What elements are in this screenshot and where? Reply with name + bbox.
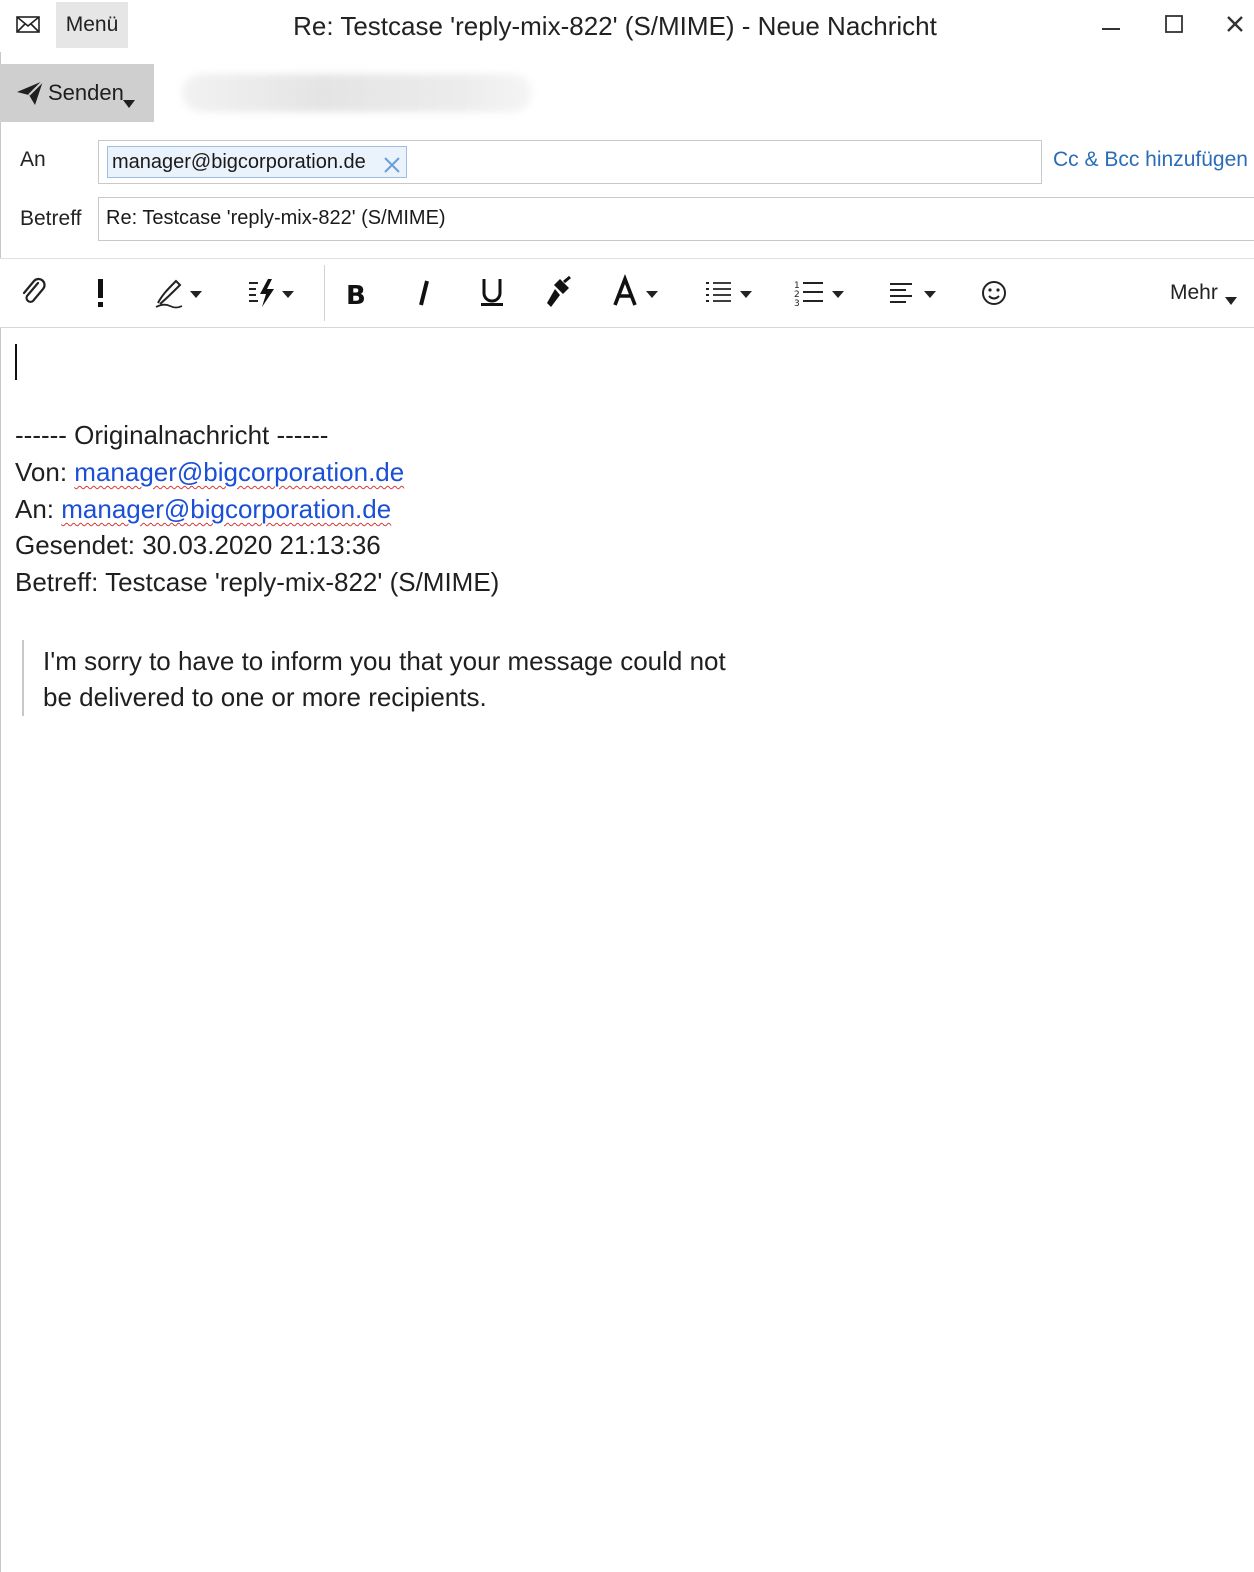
align-icon[interactable] (888, 273, 942, 313)
to-field[interactable]: manager@bigcorporation.de (98, 140, 1042, 184)
bullet-list-icon[interactable] (704, 273, 756, 313)
quote-line: be delivered to one or more recipients. (43, 682, 487, 712)
subject-value: Re: Testcase 'reply-mix-822' (S/MIME) (106, 207, 446, 229)
signature-icon[interactable] (152, 273, 206, 313)
emoji-icon[interactable] (980, 273, 1010, 313)
mail-envelope-icon (14, 10, 42, 38)
paper-plane-icon (16, 80, 44, 106)
recipient-address: manager@bigcorporation.de (112, 151, 366, 173)
quick-parts-icon[interactable] (246, 273, 300, 313)
close-icon[interactable] (1216, 8, 1254, 44)
from-line: Von: manager@bigcorporation.de (15, 457, 404, 488)
from-address-link[interactable]: manager@bigcorporation.de (74, 457, 404, 487)
svg-text:B: B (346, 281, 366, 311)
send-button[interactable]: Senden (0, 64, 154, 122)
quote-line: I'm sorry to have to inform you that you… (43, 646, 726, 676)
menu-button[interactable]: Menü (56, 2, 128, 48)
title-bar: Menü Re: Testcase 'reply-mix-822' (S/MIM… (0, 0, 1254, 52)
to-label: An (20, 148, 46, 171)
maximize-icon[interactable] (1154, 8, 1194, 44)
more-label: Mehr (1170, 281, 1218, 304)
italic-icon[interactable] (412, 273, 436, 313)
subject-line: Betreff: Testcase 'reply-mix-822' (S/MIM… (15, 567, 500, 597)
sender-account-blurred[interactable] (182, 74, 532, 112)
divider (0, 327, 1254, 328)
cc-bcc-link[interactable]: Cc & Bcc hinzufügen (1053, 148, 1248, 172)
send-row: Senden (0, 64, 1254, 122)
format-painter-icon[interactable] (542, 273, 574, 313)
chevron-down-icon (122, 89, 136, 108)
window-title: Re: Testcase 'reply-mix-822' (S/MIME) - … (293, 11, 937, 41)
minimize-icon[interactable] (1092, 8, 1132, 44)
to-address-link[interactable]: manager@bigcorporation.de (61, 494, 391, 524)
text-cursor (15, 344, 17, 380)
subject-field[interactable]: Re: Testcase 'reply-mix-822' (S/MIME) (98, 197, 1254, 241)
more-button[interactable]: Mehr (1170, 281, 1238, 306)
original-message-separator: ------ Originalnachricht ------ (15, 420, 329, 450)
toolbar-separator (324, 265, 325, 321)
underline-icon[interactable] (478, 273, 506, 313)
window-border (0, 0, 1, 1572)
subject-label: Betreff (20, 207, 82, 230)
chevron-down-icon (1224, 288, 1238, 306)
paperclip-icon[interactable] (18, 273, 50, 313)
svg-text:3: 3 (794, 299, 800, 309)
send-label: Senden (48, 80, 124, 105)
to-line: An: manager@bigcorporation.de (15, 494, 391, 525)
to-prefix: An: (15, 494, 62, 524)
priority-icon[interactable] (92, 273, 110, 313)
numbered-list-icon[interactable]: 123 (794, 273, 848, 313)
from-prefix: Von: (15, 457, 75, 487)
quote-bar (22, 640, 24, 716)
bold-icon[interactable]: B (344, 273, 372, 313)
font-icon[interactable] (612, 273, 662, 313)
remove-recipient-icon[interactable] (383, 153, 401, 173)
recipient-chip[interactable]: manager@bigcorporation.de (107, 146, 407, 178)
format-toolbar: B 123 Mehr (0, 259, 1254, 327)
sent-line: Gesendet: 30.03.2020 21:13:36 (15, 530, 381, 560)
